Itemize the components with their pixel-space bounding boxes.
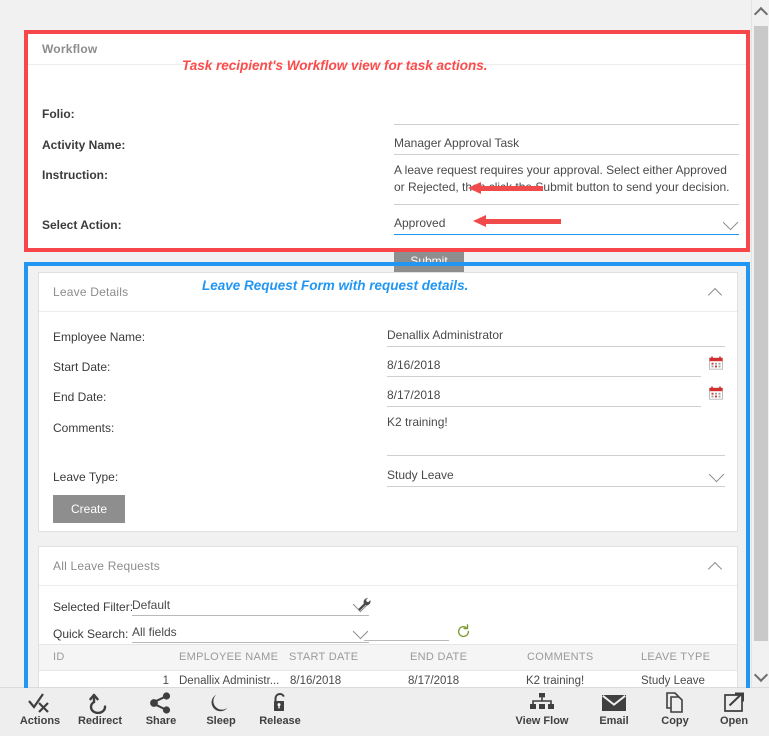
all-leave-requests-header: All Leave Requests (39, 547, 737, 586)
select-action-dropdown[interactable]: Approved (394, 216, 739, 235)
toolbar-button-release[interactable]: Release (249, 691, 311, 733)
leave-type-value: Study Leave (387, 468, 454, 482)
scroll-up-button[interactable] (752, 3, 769, 22)
end-date-value[interactable]: 8/17/2018 (387, 388, 701, 407)
scrollbar-thumb[interactable] (754, 26, 768, 641)
share-nodes-icon (130, 691, 192, 714)
vertical-scrollbar[interactable] (751, 0, 769, 688)
collapse-chevron-up-icon[interactable] (709, 285, 723, 299)
task-form-screen: Workflow Folio: Activity Name: Manager A… (0, 0, 769, 736)
open-external-icon (703, 691, 765, 714)
unlock-icon (249, 691, 311, 714)
selected-filter-dropdown[interactable]: Default (132, 598, 369, 616)
cell-employee-name: Denallix Administr... (179, 675, 280, 687)
leave-type-label: Leave Type: (53, 470, 119, 484)
scroll-down-button[interactable] (752, 667, 769, 685)
column-header-start-date[interactable]: START DATE (289, 651, 358, 663)
cell-comments: K2 training! (526, 675, 585, 687)
chevron-down-icon (723, 217, 739, 229)
leave-details-panel: Leave Details Employee Name: Denallix Ad… (38, 272, 738, 532)
workflow-annotation-caption: Task recipient's Workflow view for task … (182, 58, 488, 73)
quick-search-value: All fields (132, 625, 177, 639)
copy-pages-icon (644, 691, 706, 714)
refresh-icon[interactable] (456, 624, 471, 639)
quick-search-field-dropdown[interactable]: All fields (132, 625, 369, 643)
folio-value[interactable] (394, 107, 739, 125)
bottom-toolbar: Actions Redirect Share Sleep Release Vie… (0, 687, 769, 736)
chevron-down-icon (753, 667, 769, 683)
toolbar-button-open[interactable]: Open (703, 691, 765, 733)
scroll-viewport: Workflow Folio: Activity Name: Manager A… (0, 0, 769, 688)
activity-name-value: Manager Approval Task (394, 136, 739, 155)
folio-label: Folio: (42, 107, 75, 121)
instruction-label: Instruction: (42, 168, 108, 182)
instruction-value: A leave request requires your approval. … (394, 162, 739, 205)
check-x-icon (9, 691, 71, 714)
wrench-icon[interactable] (357, 597, 372, 612)
cell-id: 1 (162, 675, 169, 687)
leave-type-dropdown[interactable]: Study Leave (387, 468, 725, 487)
workflow-panel-title: Workflow (42, 42, 98, 56)
create-button[interactable]: Create (53, 495, 125, 523)
cell-start-date: 8/16/2018 (290, 675, 342, 687)
requests-grid-header: ID EMPLOYEE NAME START DATE END DATE COM… (39, 644, 737, 671)
column-header-comments[interactable]: COMMENTS (527, 651, 594, 663)
start-date-value[interactable]: 8/16/2018 (387, 358, 701, 377)
chevron-up-icon (753, 6, 769, 22)
toolbar-button-email[interactable]: Email (583, 691, 645, 733)
comments-label: Comments: (53, 421, 115, 435)
selected-filter-label: Selected Filter: (53, 600, 134, 614)
toolbar-label-open: Open (719, 715, 749, 727)
toolbar-label-redirect: Redirect (77, 715, 123, 727)
toolbar-label-release: Release (259, 715, 301, 727)
undo-arrow-icon (69, 691, 131, 714)
activity-name-label: Activity Name: (42, 138, 126, 152)
end-date-label: End Date: (53, 390, 107, 404)
employee-name-label: Employee Name: (53, 330, 146, 344)
column-header-employee-name[interactable]: EMPLOYEE NAME (179, 651, 278, 663)
column-header-id[interactable]: ID (53, 651, 65, 663)
toolbar-button-copy[interactable]: Copy (644, 691, 706, 733)
toolbar-button-actions[interactable]: Actions (9, 691, 71, 733)
leave-details-annotation-caption: Leave Request Form with request details. (202, 278, 469, 293)
toolbar-label-actions: Actions (19, 715, 61, 727)
submit-button[interactable]: Submit (394, 248, 464, 274)
toolbar-label-email: Email (599, 715, 629, 727)
selected-filter-value: Default (132, 598, 171, 612)
table-row[interactable]: 1 Denallix Administr... 8/16/2018 8/17/2… (39, 671, 737, 688)
toolbar-label-copy: Copy (661, 715, 689, 727)
calendar-icon[interactable] (709, 356, 723, 370)
toolbar-label-sleep: Sleep (206, 715, 236, 727)
toolbar-button-view-flow[interactable]: View Flow (511, 691, 573, 733)
toolbar-label-view-flow: View Flow (515, 715, 569, 727)
toolbar-button-redirect[interactable]: Redirect (69, 691, 131, 733)
select-action-value: Approved (394, 216, 446, 230)
column-header-leave-type[interactable]: LEAVE TYPE (641, 651, 710, 663)
start-date-label: Start Date: (53, 360, 111, 374)
org-chart-icon (511, 691, 573, 714)
quick-search-label: Quick Search: (53, 627, 129, 641)
employee-name-value[interactable]: Denallix Administrator (387, 328, 725, 347)
toolbar-button-share[interactable]: Share (130, 691, 192, 733)
quick-search-input[interactable] (364, 625, 449, 641)
all-leave-requests-panel: All Leave Requests Selected Filter: Defa… (38, 546, 738, 688)
leave-details-title: Leave Details (53, 285, 129, 299)
moon-icon (190, 691, 252, 714)
toolbar-label-share: Share (145, 715, 177, 727)
calendar-icon[interactable] (709, 386, 723, 400)
column-header-end-date[interactable]: END DATE (410, 651, 467, 663)
collapse-chevron-up-icon[interactable] (709, 559, 723, 573)
page-surface: Workflow Folio: Activity Name: Manager A… (10, 10, 750, 688)
envelope-icon (583, 691, 645, 714)
all-leave-requests-title: All Leave Requests (53, 559, 160, 573)
chevron-down-icon (709, 469, 725, 481)
cell-leave-type: Study Leave (641, 675, 705, 687)
cell-end-date: 8/17/2018 (408, 675, 460, 687)
toolbar-button-sleep[interactable]: Sleep (190, 691, 252, 733)
select-action-label: Select Action: (42, 218, 122, 232)
comments-value[interactable]: K2 training! (387, 415, 725, 456)
